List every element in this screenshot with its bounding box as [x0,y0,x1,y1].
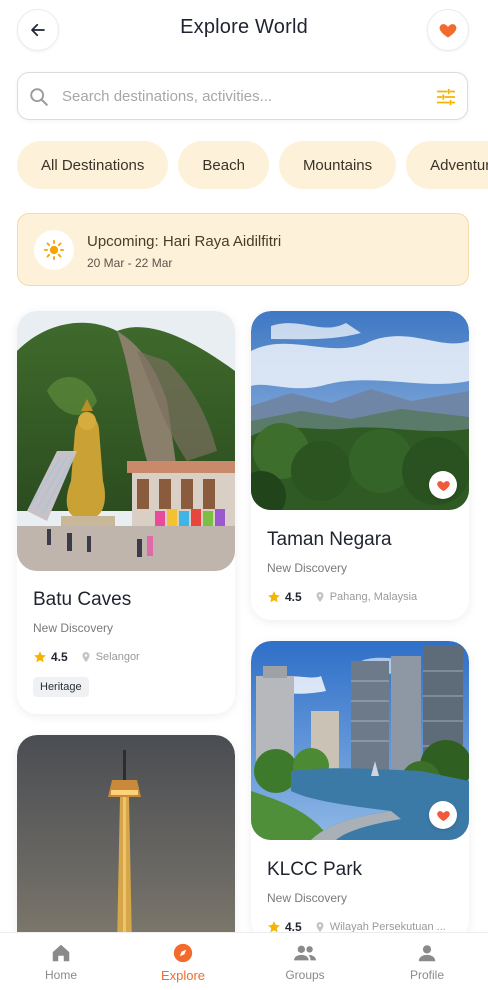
card-subtitle: New Discovery [33,621,114,635]
nav-home-label: Home [44,968,77,982]
nav-groups[interactable]: Groups [244,933,366,990]
destination-card-batu-caves[interactable]: Batu Caves New Discovery 4.5 Selangor He… [17,311,235,714]
rating-value: 4.5 [285,590,302,604]
upcoming-event-banner[interactable]: Upcoming: Hari Raya Aidilfitri 20 Mar - … [17,213,469,286]
location-pin-icon [82,652,90,662]
nav-profile[interactable]: Profile [366,933,488,990]
card-subtitle: New Discovery [267,891,348,905]
location-text: Pahang, Malaysia [329,591,418,603]
favorite-heart-button[interactable] [429,801,457,829]
page-title: Explore World [180,16,308,38]
heart-icon [439,24,457,38]
location-pin-icon [316,592,324,602]
card-title: Taman Negara [267,529,392,550]
favorite-heart-button[interactable] [429,471,457,499]
destination-card-taman-negara[interactable]: Taman Negara New Discovery 4.5 Pahang, M… [251,311,469,620]
heart-icon [436,810,450,821]
event-title: Upcoming: Hari Raya Aidilfitri [87,233,282,250]
sun-icon-badge [34,230,74,270]
chip-adventure[interactable]: Adventure [406,141,488,189]
batu-caves-photo [17,311,235,571]
card-subtitle: New Discovery [267,561,348,575]
category-tag: Heritage [33,677,89,697]
card-meta: 4.5 Pahang, Malaysia [267,590,417,604]
chip-all-destinations[interactable]: All Destinations [17,141,169,189]
star-icon [34,651,46,663]
heart-icon [436,480,450,491]
app-header: Explore World [0,0,488,62]
chip-beach[interactable]: Beach [178,141,269,189]
rating-value: 4.5 [51,650,68,664]
search-icon [30,88,48,106]
card-title: KLCC Park [267,859,363,880]
group-icon [294,945,316,961]
category-chips: All DestinationsBeachMountainsAdventure [17,141,488,189]
card-meta: 4.5 Selangor [33,650,140,664]
location-text: Selangor [95,651,140,663]
person-icon [418,945,436,962]
nav-profile-label: Profile [409,968,444,982]
destination-card-klcc-park[interactable]: KLCC Park New Discovery 4.5 Wilayah Pers… [251,641,469,941]
bottom-navigation: Home Explore Groups Profile [0,932,488,990]
compass-icon [173,943,193,963]
event-date: 20 Mar - 22 Mar [87,256,173,270]
sun-icon [43,239,65,261]
filter-icon[interactable] [435,86,457,108]
nav-groups-label: Groups [285,968,325,982]
favorites-button[interactable] [427,9,469,51]
card-title: Batu Caves [33,589,132,610]
star-icon [268,591,280,603]
nav-home[interactable]: Home [0,933,122,990]
nav-explore-label: Explore [160,968,206,983]
search-bar [17,72,468,120]
chip-mountains[interactable]: Mountains [278,141,397,189]
search-input[interactable] [62,73,422,119]
home-icon [52,944,70,962]
nav-explore[interactable]: Explore [122,933,244,990]
